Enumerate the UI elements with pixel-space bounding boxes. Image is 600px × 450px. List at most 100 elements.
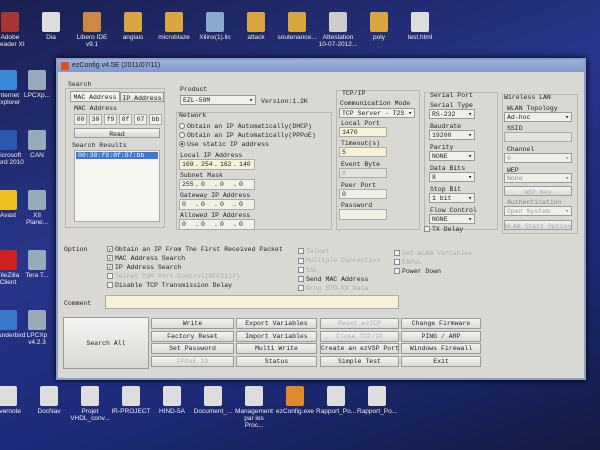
desktop-icon[interactable]: Document_... (193, 386, 233, 415)
checkbox-box[interactable]: ✓ (107, 246, 113, 253)
local-ip-ip-field[interactable]: 169. 254. 162. 140 (179, 159, 255, 170)
option-checkbox[interactable]: Multiple Connection (298, 257, 380, 264)
search-all-button[interactable]: Search All (63, 317, 149, 369)
wlan-topology-select[interactable]: Ad-hoc (504, 112, 572, 122)
password-input[interactable] (339, 209, 387, 220)
subnet-ip-field[interactable]: 255. 0. 0. 0 (179, 179, 255, 190)
option-checkbox[interactable]: Drop STO-RX Data (298, 285, 368, 292)
desktop-icon[interactable]: Libero IDE v9.1 (72, 12, 112, 48)
import-variables-button[interactable]: Import Variables (236, 330, 317, 342)
radio-button[interactable] (179, 141, 185, 148)
flow-select[interactable]: NONE (429, 214, 475, 224)
checkbox-box[interactable] (424, 226, 430, 233)
reset-eztcp-button[interactable]: Reset ezTCP (320, 318, 399, 329)
ping-arp-button[interactable]: PING / ARP (401, 330, 481, 342)
ssid-input[interactable] (504, 132, 572, 142)
mac-octet-input[interactable]: 0f (119, 114, 132, 125)
desktop-icon[interactable]: Rapport_Po... (357, 386, 397, 415)
ip-octet[interactable]: 140 (239, 161, 251, 168)
checkbox-box[interactable] (394, 259, 400, 266)
option-checkbox[interactable]: Telnet COM Port Control(RFC2217) (107, 273, 240, 280)
ip-octet[interactable]: 255 (182, 181, 194, 188)
desktop-icon[interactable]: Evernote (0, 386, 28, 415)
option-checkbox[interactable]: ✓ IP Address Search (107, 264, 181, 271)
wep-select[interactable]: None (504, 173, 572, 183)
gateway-ip-field[interactable]: 0.0.0.0 (179, 199, 255, 210)
checkbox-box[interactable] (298, 285, 304, 292)
desktop-icon[interactable]: HIND-5A (152, 386, 192, 415)
ip-octet[interactable]: 0 (201, 181, 205, 188)
desktop-icon[interactable]: Projet VHDL_conv... (70, 386, 110, 422)
desktop-icon[interactable]: LPCXp... (22, 70, 52, 99)
network-radio-1[interactable]: Obtain an IP Automatically(DHCP) (179, 123, 312, 130)
title-bar[interactable]: ezConfig v4.5E (2011/07/11) (58, 60, 584, 72)
checkbox-box[interactable] (298, 266, 304, 273)
exit-button[interactable]: Exit (401, 355, 481, 367)
option-checkbox[interactable]: ✓ MAC Address Search (107, 255, 185, 262)
desktop-icon[interactable]: anglais (113, 12, 153, 41)
search-result-item[interactable]: 00:30:f9:0f:07:bb (76, 152, 158, 159)
desktop-icon[interactable]: CAN (22, 130, 52, 159)
mac-octet-input[interactable]: f9 (104, 114, 117, 125)
desktop-icon[interactable]: test.html (400, 12, 440, 41)
option-checkbox[interactable]: ✓ Obtain an IP From The First Received Pa… (107, 246, 283, 253)
ip-octet[interactable]: 162 (220, 161, 232, 168)
pppoe-id-button[interactable]: PPPoE ID (151, 355, 234, 367)
type-select[interactable]: RS-232 (429, 109, 475, 119)
ip-octet[interactable]: 0 (220, 201, 224, 208)
create-an-ezvsp-port-button[interactable]: Create an ezVSP Port (320, 343, 399, 354)
simple-test-button[interactable]: Simple Test (320, 355, 399, 367)
tab-mac-address[interactable]: MAC Address (70, 91, 120, 102)
option-checkbox[interactable]: Power Down (394, 268, 441, 275)
event-byte-input[interactable]: 0 (339, 168, 387, 178)
factory-reset-button[interactable]: Factory Reset (151, 330, 234, 342)
desktop-icon[interactable]: Adobe Reader XI (0, 12, 30, 48)
windows-firewall-button[interactable]: Windows Firewall (401, 343, 481, 354)
mac-octet-input[interactable]: bb (149, 114, 162, 125)
databits-select[interactable]: 8 (429, 172, 475, 182)
search-results-list[interactable]: 00:30:f9:0f:07:bb (74, 150, 160, 222)
desktop-icon[interactable]: Dia (31, 12, 71, 41)
multi-write-button[interactable]: Multi Write (236, 343, 317, 354)
desktop-icon[interactable]: ezConfig.exe (275, 386, 315, 415)
channel-select[interactable]: 0 (504, 153, 572, 163)
ip-octet[interactable]: 0 (239, 181, 243, 188)
ip-octet[interactable]: 0 (239, 221, 243, 228)
desktop-icon[interactable]: poly (359, 12, 399, 41)
option-checkbox[interactable]: Send MAC Address (298, 276, 368, 283)
checkbox-box[interactable] (394, 268, 400, 275)
ip-octet[interactable]: 0 (182, 201, 186, 208)
checkbox-box[interactable] (298, 248, 304, 255)
ip-octet[interactable]: 0 (220, 181, 224, 188)
communication-mode-select[interactable]: TCP Server - T2S (339, 108, 415, 118)
allowed-ip-field[interactable]: 0.0.0.0 (179, 219, 255, 230)
read-button[interactable]: Read (74, 128, 160, 138)
tab-ip-address[interactable]: IP Address (120, 92, 164, 102)
checkbox-box[interactable]: ✓ (107, 255, 113, 262)
set-password-button[interactable]: Set Password (151, 343, 234, 354)
network-radio-3[interactable]: Use static IP address (179, 141, 269, 148)
local-port-input[interactable]: 1470 (339, 127, 387, 137)
close-tcp-ip-button[interactable]: Close TCP/IP (320, 330, 399, 342)
status-button[interactable]: Status (236, 355, 317, 367)
ip-octet[interactable]: 0 (220, 221, 224, 228)
desktop-icon[interactable]: Xilinx(1).lic (195, 12, 235, 41)
ip-octet[interactable]: 0 (201, 201, 205, 208)
mac-octet-input[interactable]: 07 (134, 114, 147, 125)
option-checkbox[interactable]: EAPoL (394, 259, 422, 266)
timeout-input[interactable]: 5 (339, 147, 387, 157)
desktop-icon[interactable]: Management par les Proc... (234, 386, 274, 429)
checkbox-box[interactable] (107, 282, 113, 289)
ip-octet[interactable]: 169 (182, 161, 194, 168)
product-select[interactable]: EZL-50M (180, 95, 256, 105)
export-variables-button[interactable]: Export Variables (236, 318, 317, 329)
desktop-icon[interactable]: soutenance... (277, 12, 317, 41)
parity-select[interactable]: NONE (429, 151, 475, 161)
mac-octet-input[interactable]: 00 (74, 114, 87, 125)
checkbox-box[interactable] (107, 273, 113, 280)
checkbox-box[interactable] (394, 250, 400, 257)
ip-octet[interactable]: 0 (239, 201, 243, 208)
peer-port-input[interactable]: 0 (339, 189, 387, 199)
network-radio-2[interactable]: Obtain an IP Automatically(PPPoE) (179, 132, 316, 139)
ip-octet[interactable]: 0 (182, 221, 186, 228)
